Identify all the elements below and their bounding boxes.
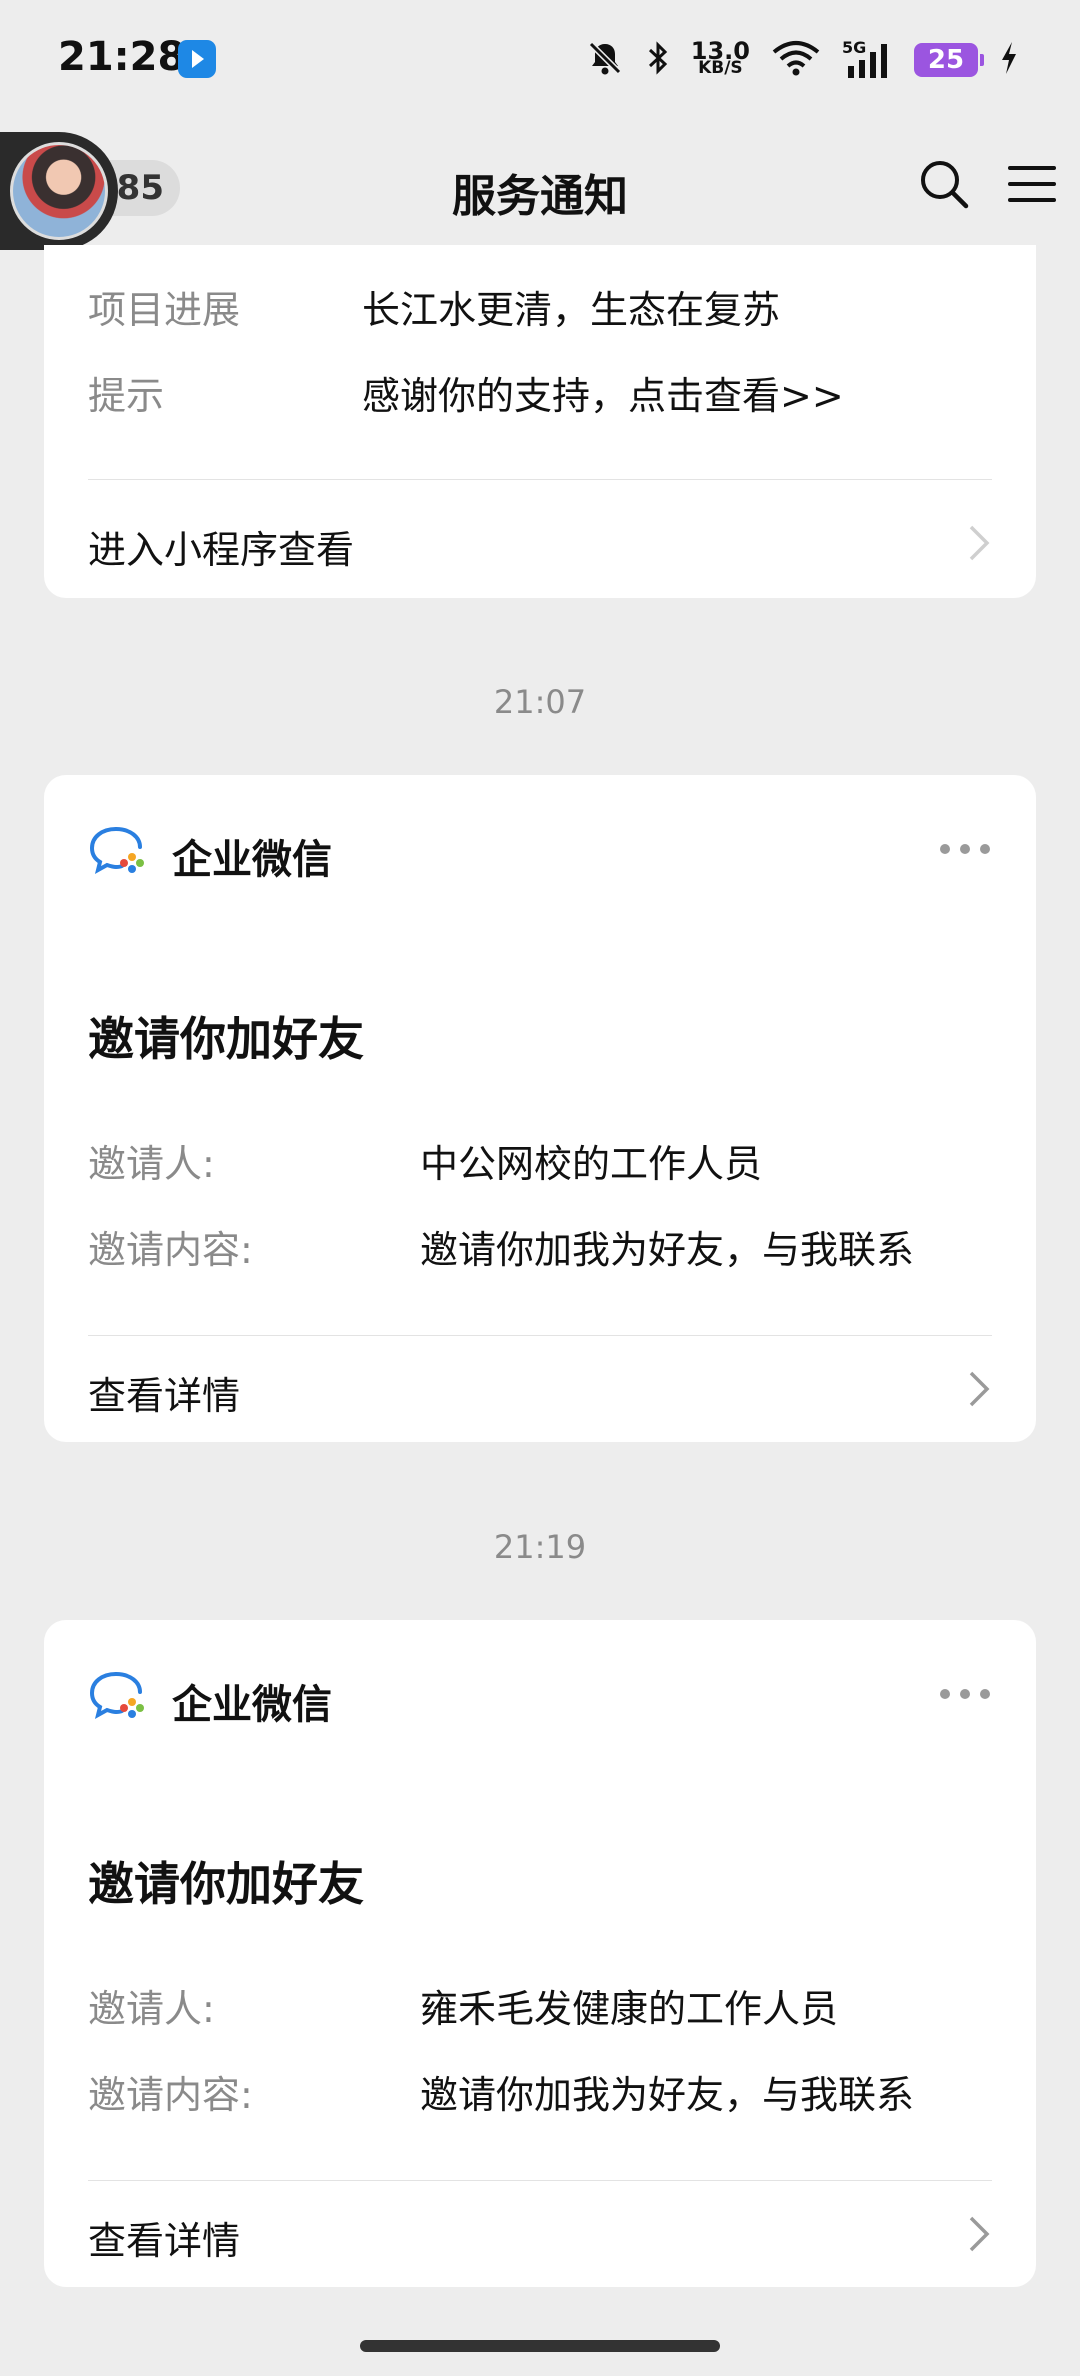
field-key: 项目进展: [88, 288, 241, 332]
field-value: 感谢你的支持，点击查看>>: [362, 374, 844, 418]
link-label: 查看详情: [88, 2219, 241, 2263]
field-value: 中公网校的工作人员: [420, 1142, 763, 1186]
bluetooth-icon: [645, 38, 671, 82]
status-bar: 21:28 13.0 KB/S 5G 25: [0, 0, 1080, 120]
search-icon: [921, 161, 969, 209]
wifi-icon: [770, 38, 822, 82]
charging-icon: [998, 38, 1020, 82]
field-row: 项目进展 长江水更清，生态在复苏: [88, 279, 992, 332]
field-key: 邀请人:: [88, 1987, 215, 2031]
chevron-right-icon: [969, 525, 990, 561]
field-value: 邀请你加我为好友，与我联系: [420, 2073, 915, 2117]
cellular-signal-icon: 5G: [842, 38, 894, 80]
network-speed: 13.0 KB/S: [691, 39, 750, 78]
search-button[interactable]: [916, 156, 972, 212]
menu-button[interactable]: [1004, 156, 1060, 212]
field-row: 提示 感谢你的支持，点击查看>>: [88, 365, 992, 418]
card-title: 邀请你加好友: [88, 1012, 364, 1066]
notification-card: 项目进展 长江水更清，生态在复苏 提示 感谢你的支持，点击查看>> 进入小程序查…: [44, 245, 1036, 598]
field-key: 邀请内容:: [88, 2073, 253, 2117]
status-time: 21:28: [58, 34, 186, 80]
field-value: 长江水更清，生态在复苏: [362, 288, 781, 332]
field-row: 邀请人: 中公网校的工作人员: [88, 1133, 992, 1186]
more-options-icon[interactable]: [938, 835, 992, 863]
card-header: 企业微信: [88, 817, 992, 883]
wecom-logo-icon: [89, 827, 144, 874]
notifications-muted-icon: [585, 38, 625, 82]
chevron-right-icon: [969, 2216, 990, 2252]
app-notification-icon: [178, 40, 216, 78]
app-name: 企业微信: [172, 1682, 332, 1728]
view-details-link[interactable]: 查看详情: [88, 2200, 992, 2270]
timestamp: 21:07: [493, 683, 587, 721]
chevron-right-icon: [969, 1371, 990, 1407]
field-value: 邀请你加我为好友，与我联系: [420, 1228, 915, 1272]
field-row: 邀请内容: 邀请你加我为好友，与我联系: [88, 1219, 992, 1272]
home-indicator[interactable]: [360, 2340, 720, 2352]
battery-indicator: 25: [914, 43, 984, 77]
app-name: 企业微信: [172, 837, 332, 883]
field-key: 邀请人:: [88, 1142, 215, 1186]
view-details-link[interactable]: 查看详情: [88, 1355, 992, 1425]
divider: [88, 2180, 992, 2181]
timestamp: 21:19: [493, 1528, 587, 1566]
menu-icon: [1008, 166, 1056, 202]
page-header: 385 服务通知: [0, 120, 1080, 250]
notification-card: 企业微信 邀请你加好友 邀请人: 雍禾毛发健康的工作人员 邀请内容: 邀请你加我…: [44, 1620, 1036, 2287]
wecom-logo-icon: [89, 1672, 144, 1719]
divider: [88, 479, 992, 480]
field-key: 邀请内容:: [88, 1228, 253, 1272]
notification-card: 企业微信 邀请你加好友 邀请人: 中公网校的工作人员 邀请内容: 邀请你加我为好…: [44, 775, 1036, 1442]
field-key: 提示: [88, 374, 165, 418]
card-header: 企业微信: [88, 1662, 992, 1728]
more-options-icon[interactable]: [938, 1680, 992, 1708]
field-value: 雍禾毛发健康的工作人员: [420, 1987, 839, 2031]
network-speed-unit: KB/S: [698, 58, 743, 78]
open-miniprogram-link[interactable]: 进入小程序查看: [88, 509, 992, 579]
card-title: 邀请你加好友: [88, 1857, 364, 1911]
field-row: 邀请内容: 邀请你加我为好友，与我联系: [88, 2064, 992, 2117]
field-row: 邀请人: 雍禾毛发健康的工作人员: [88, 1978, 992, 2031]
link-label: 进入小程序查看: [88, 528, 355, 572]
link-label: 查看详情: [88, 1374, 241, 1418]
divider: [88, 1335, 992, 1336]
